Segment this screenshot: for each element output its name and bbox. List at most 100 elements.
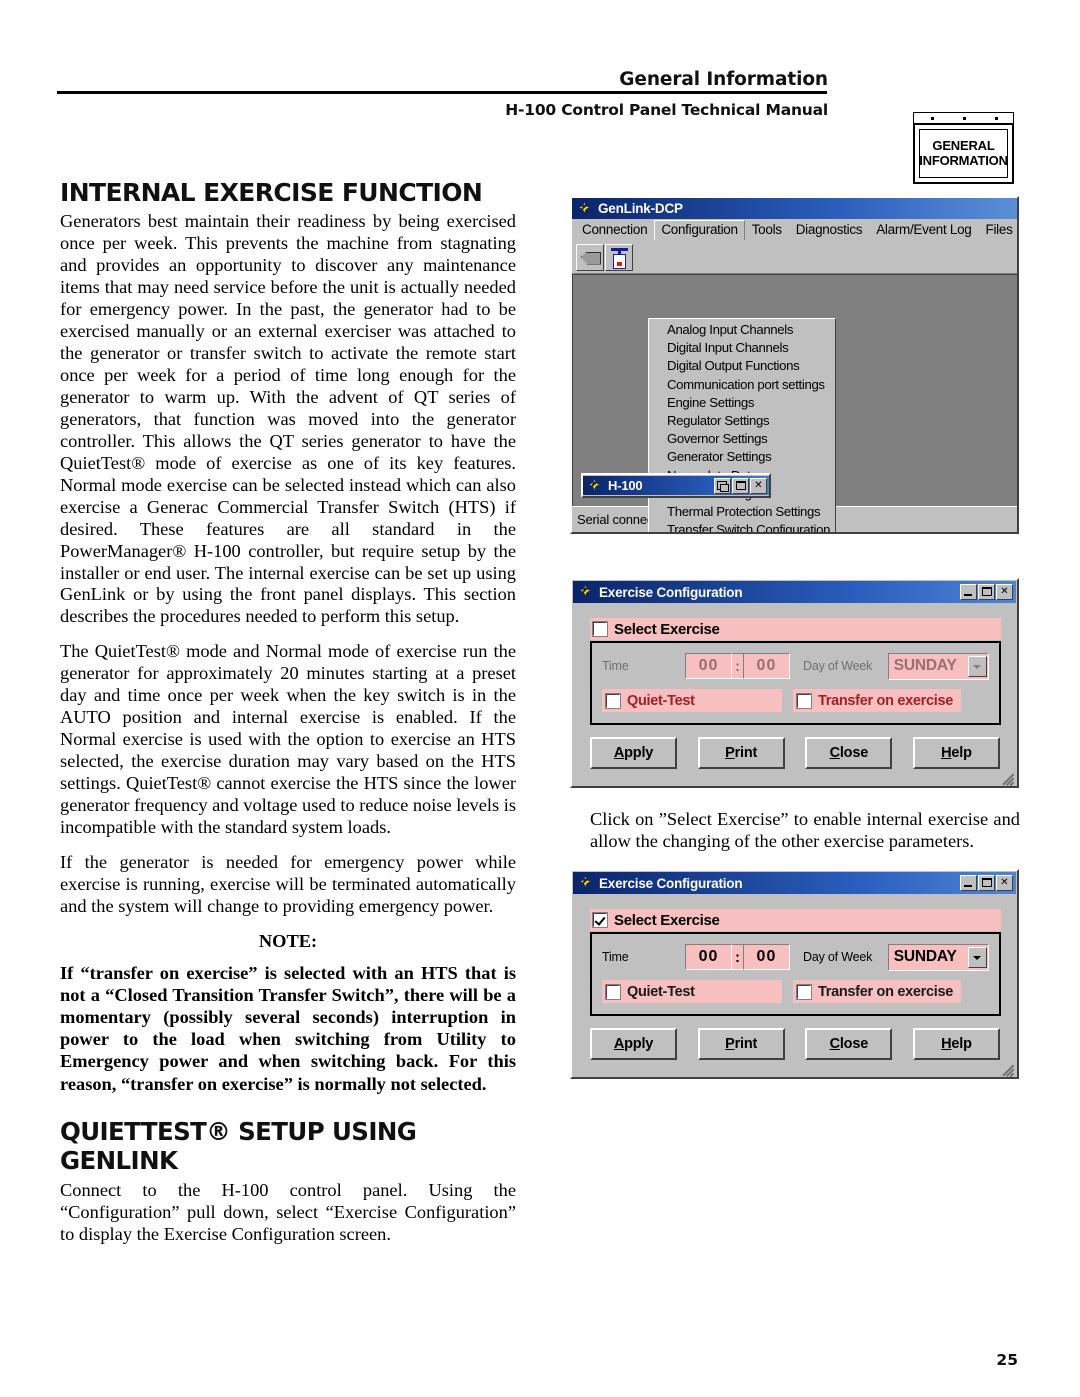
menu-analog-input-channels[interactable]: Analog Input Channels [649,321,835,339]
transfer-on-exercise-row[interactable]: Transfer on exercise [793,980,962,1004]
time-minutes-input[interactable]: 00 [742,944,790,971]
genlink-titlebar[interactable]: ✦ GenLink-DCP [572,198,1017,219]
genlink-title-text: GenLink-DCP [598,201,683,216]
minimize-icon [964,594,972,596]
help-button[interactable]: Help [912,737,1000,769]
quiet-test-checkbox[interactable] [605,983,621,1000]
maximize-button[interactable] [732,477,749,494]
close-button[interactable]: ✕ [996,584,1013,600]
apply-button[interactable]: Apply [590,737,677,769]
menu-governor-settings[interactable]: Governor Settings [649,430,835,448]
select-exercise-checkbox[interactable] [592,912,608,929]
menu-transfer-switch-configuration[interactable]: Transfer Switch Configuration [649,521,835,532]
apply-button[interactable]: Apply [590,1028,677,1061]
menu-generator-settings[interactable]: Generator Settings [649,448,835,466]
close-dialog-button[interactable]: Close [805,1028,893,1061]
help-button[interactable]: Help [912,1028,1000,1061]
maximize-button[interactable] [978,584,995,600]
day-of-week-select[interactable]: SUNDAY [887,943,989,971]
section-heading-quiettest-setup: QUIETTEST® SETUP USING GENLINK [60,1117,516,1175]
transfer-on-exercise-row[interactable]: Transfer on exercise [793,689,962,712]
minimize-icon [964,885,972,888]
dialog-titlebar[interactable]: ✦ Exercise Configuration ✕ [573,581,1016,603]
select-exercise-row[interactable]: Select Exercise [590,909,1001,932]
h100-window-buttons: ✕ [714,477,768,494]
header-rule [57,91,827,94]
options-row: Quiet-Test Transfer on exercise [602,689,989,712]
options-row: Quiet-Test Transfer on exercise [602,980,989,1004]
genlink-menubar[interactable]: Connection Configuration Tools Diagnosti… [572,219,1017,241]
transfer-on-exercise-checkbox[interactable] [796,692,812,709]
tab-hole-icon [995,117,998,120]
print-accel: P [725,745,735,761]
menu-digital-output-functions[interactable]: Digital Output Functions [649,357,835,375]
maximize-icon [982,878,992,888]
time-row: Time 00 : 00 Day of Week SUNDAY [602,652,989,680]
day-of-week-select[interactable]: SUNDAY [887,652,989,680]
resize-grip-icon[interactable] [1000,1060,1014,1077]
menu-communication-port-settings[interactable]: Communication port settings [649,376,835,394]
close-button[interactable]: ✕ [996,875,1013,892]
h100-mdi-child-window[interactable]: ✦ H-100 ✕ [581,473,771,498]
menu-engine-settings[interactable]: Engine Settings [649,394,835,412]
exercise-configuration-dialog-enabled: ✦ Exercise Configuration ✕ Select Exerci… [570,869,1019,1080]
quiet-test-label: Quiet-Test [627,983,695,1000]
h100-titlebar[interactable]: ✦ H-100 ✕ [583,476,769,495]
menu-digital-input-channels[interactable]: Digital Input Channels [649,339,835,357]
note-heading: NOTE: [258,930,318,951]
restore-button[interactable] [714,477,731,494]
registered-mark-icon: ® [206,1116,231,1146]
select-exercise-label: Select Exercise [614,911,720,929]
menu-thermal-protection-settings[interactable]: Thermal Protection Settings [649,503,835,521]
section-heading-internal-exercise: INTERNAL EXERCISE FUNCTION [60,178,483,207]
figure-caption: Click on ”Select Exercise” to enable int… [590,809,1020,852]
connect-toolbutton[interactable] [576,243,604,271]
maximize-icon [736,480,746,490]
time-hours-input[interactable]: 00 [684,944,733,971]
generac-star-icon: ✦ [579,873,592,892]
print-button[interactable]: Print [697,737,785,769]
day-of-week-value: SUNDAY [893,948,957,966]
plug-connector-icon [581,251,601,265]
menu-item-alarm-event-log[interactable]: Alarm/Event Log [869,220,978,240]
menu-item-diagnostics[interactable]: Diagnostics [789,220,869,240]
maximize-button[interactable] [978,875,995,892]
page-header: General Information H-100 Control Panel … [0,55,1080,184]
quiet-test-row[interactable]: Quiet-Test [602,980,782,1004]
page-title: General Information [619,69,828,90]
page-subtitle: H-100 Control Panel Technical Manual [505,101,828,119]
minimize-button[interactable] [960,584,977,600]
close-dialog-button[interactable]: Close [805,737,893,769]
select-exercise-checkbox[interactable] [592,621,608,637]
close-button[interactable]: ✕ [750,477,767,494]
help-label-rest: elp [951,1036,972,1053]
day-of-week-label: Day of Week [803,659,873,673]
menu-item-files[interactable]: Files [979,220,1017,240]
transfer-on-exercise-checkbox[interactable] [796,983,812,1000]
menu-regulator-settings[interactable]: Regulator Settings [649,412,835,430]
resize-grip-icon[interactable] [1000,769,1014,786]
minimize-button[interactable] [960,875,977,892]
time-hours-input[interactable]: 00 [684,653,733,679]
print-button[interactable]: Print [697,1028,785,1061]
quiet-test-row[interactable]: Quiet-Test [602,689,782,712]
chevron-down-icon[interactable] [968,655,987,677]
day-of-week-value: SUNDAY [893,657,957,674]
menu-item-tools[interactable]: Tools [745,220,789,240]
select-exercise-row[interactable]: Select Exercise [590,618,1001,640]
dialog-button-row: Apply Print Close Help [572,1016,1017,1061]
time-label: Time [602,659,629,673]
quiet-test-checkbox[interactable] [605,692,621,709]
help-accel: H [941,1036,952,1053]
dialog-body: Select Exercise Time 00 : 00 Day of Week… [572,895,1017,1017]
dialog-title-text: Exercise Configuration [599,875,743,891]
print-accel: P [725,1036,735,1053]
menu-item-configuration[interactable]: Configuration [654,220,745,240]
menu-item-connection[interactable]: Connection [575,220,654,240]
configuration-dropdown-menu[interactable]: Analog Input Channels Digital Input Chan… [648,318,836,532]
meter-toolbutton[interactable] [605,243,633,271]
time-minutes-input[interactable]: 00 [742,653,790,679]
chevron-down-icon[interactable] [968,946,987,968]
h100-title-text: H-100 [608,478,643,493]
dialog-titlebar[interactable]: ✦ Exercise Configuration ✕ [573,872,1016,895]
